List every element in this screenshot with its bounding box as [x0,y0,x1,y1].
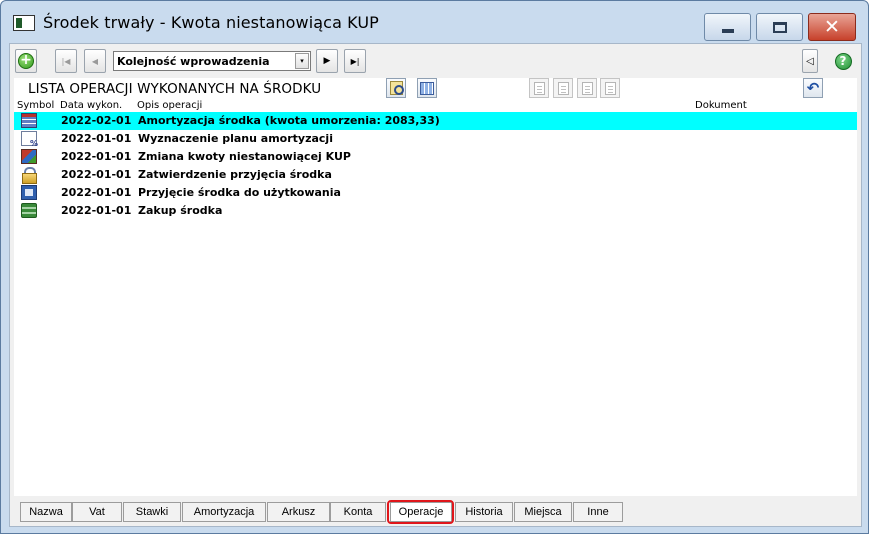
close-icon: ✕ [824,15,840,38]
add-button[interactable]: + [15,49,37,73]
add-icon: + [18,53,34,69]
document-action-1-button[interactable] [529,78,549,98]
tab-konta[interactable]: Konta [330,502,386,522]
row-date: 2022-01-01 [61,186,132,199]
table-row[interactable]: 2022-01-01 Zatwierdzenie przyjęcia środk… [14,166,857,184]
row-description: Zatwierdzenie przyjęcia środka [138,168,332,181]
depreciation-plan-icon [21,131,38,148]
column-header-description[interactable]: Opis operacji [137,100,202,111]
tab-arkusz[interactable]: Arkusz [267,502,330,522]
amount-change-icon [21,149,37,164]
tab-inne[interactable]: Inne [573,502,623,522]
window-title: Środek trwały - Kwota niestanowiąca KUP [43,13,379,32]
section-title: LISTA OPERACJI WYKONANYCH NA ŚRODKU [28,81,322,97]
table-row[interactable]: 2022-02-01 Amortyzacja środka (kwota umo… [14,112,857,130]
help-button[interactable]: ? [832,49,854,73]
close-button[interactable]: ✕ [808,13,856,41]
calendar-view-button[interactable] [417,78,437,98]
document-delete-icon [604,81,616,95]
refresh-button[interactable]: ↶ [803,78,823,98]
search-document-icon [389,81,404,95]
document-edit-icon [557,81,569,95]
row-description: Przyjęcie środka do użytkowania [138,186,341,199]
first-record-button[interactable]: |◀ [55,49,77,73]
minimize-icon [721,29,734,33]
app-window-icon [13,15,35,31]
collapse-left-icon: ◁ [806,55,814,67]
document-action-2-button[interactable] [553,78,573,98]
table-row[interactable]: 2022-01-01 Zmiana kwoty niestanowiącej K… [14,148,857,166]
row-description: Zakup środka [138,204,223,217]
document-action-3-button[interactable] [577,78,597,98]
row-date: 2022-02-01 [61,114,132,127]
table-row[interactable]: 2022-01-01 Zakup środka [14,202,857,220]
first-record-icon: |◀ [61,56,71,66]
tab-miejsca[interactable]: Miejsca [514,502,572,522]
lock-icon [21,167,37,184]
collapse-panel-button[interactable]: ◁ [802,49,818,73]
row-description: Zmiana kwoty niestanowiącej KUP [138,150,351,163]
tab-nazwa[interactable]: Nazwa [20,502,72,522]
tab-amortyzacja[interactable]: Amortyzacja [182,502,266,522]
sort-order-value: Kolejność wprowadzenia [117,54,270,68]
tab-stawki[interactable]: Stawki [123,502,181,522]
help-icon: ? [834,52,852,70]
column-header-symbol[interactable]: Symbol [17,100,54,111]
column-header-document[interactable]: Dokument [695,100,747,111]
calendar-depreciation-icon [21,113,37,128]
next-record-icon: ▶ [323,56,331,66]
row-description: Amortyzacja środka (kwota umorzenia: 208… [138,114,440,127]
table-row[interactable]: 2022-01-01 Wyznaczenie planu amortyzacji [14,130,857,148]
refresh-icon: ↶ [806,78,820,97]
row-date: 2022-01-01 [61,204,132,217]
preview-document-button[interactable] [386,78,406,98]
maximize-button[interactable] [756,13,803,41]
title-bar[interactable]: Środek trwały - Kwota niestanowiąca KUP … [1,1,868,41]
window-frame: Środek trwały - Kwota niestanowiąca KUP … [0,0,869,534]
sort-order-select[interactable]: Kolejność wprowadzenia ▾ [113,51,311,71]
previous-record-icon: ◀ [91,56,99,66]
last-record-button[interactable]: ▶| [344,49,366,73]
active-tab-highlight [387,500,454,524]
purchase-money-icon [21,203,37,218]
row-date: 2022-01-01 [61,150,132,163]
last-record-icon: ▶| [350,56,360,66]
tab-historia[interactable]: Historia [455,502,513,522]
next-record-button[interactable]: ▶ [316,49,338,73]
chevron-down-icon[interactable]: ▾ [295,53,309,69]
table-row[interactable]: 2022-01-01 Przyjęcie środka do użytkowan… [14,184,857,202]
maximize-icon [772,21,787,33]
row-date: 2022-01-01 [61,132,132,145]
previous-record-button[interactable]: ◀ [84,49,106,73]
calendar-grid-icon [420,81,434,95]
row-date: 2022-01-01 [61,168,132,181]
tab-vat[interactable]: Vat [72,502,122,522]
row-description: Wyznaczenie planu amortyzacji [138,132,333,145]
acceptance-icon [21,185,37,200]
document-action-4-button[interactable] [600,78,620,98]
document-icon [581,81,593,95]
column-header-date[interactable]: Data wykon. [60,100,122,111]
document-add-icon [533,81,545,95]
minimize-button[interactable] [704,13,751,41]
client-area: + |◀ ◀ Kolejność wprowadzenia ▾ ▶ ▶| ◁ ?… [9,43,862,527]
